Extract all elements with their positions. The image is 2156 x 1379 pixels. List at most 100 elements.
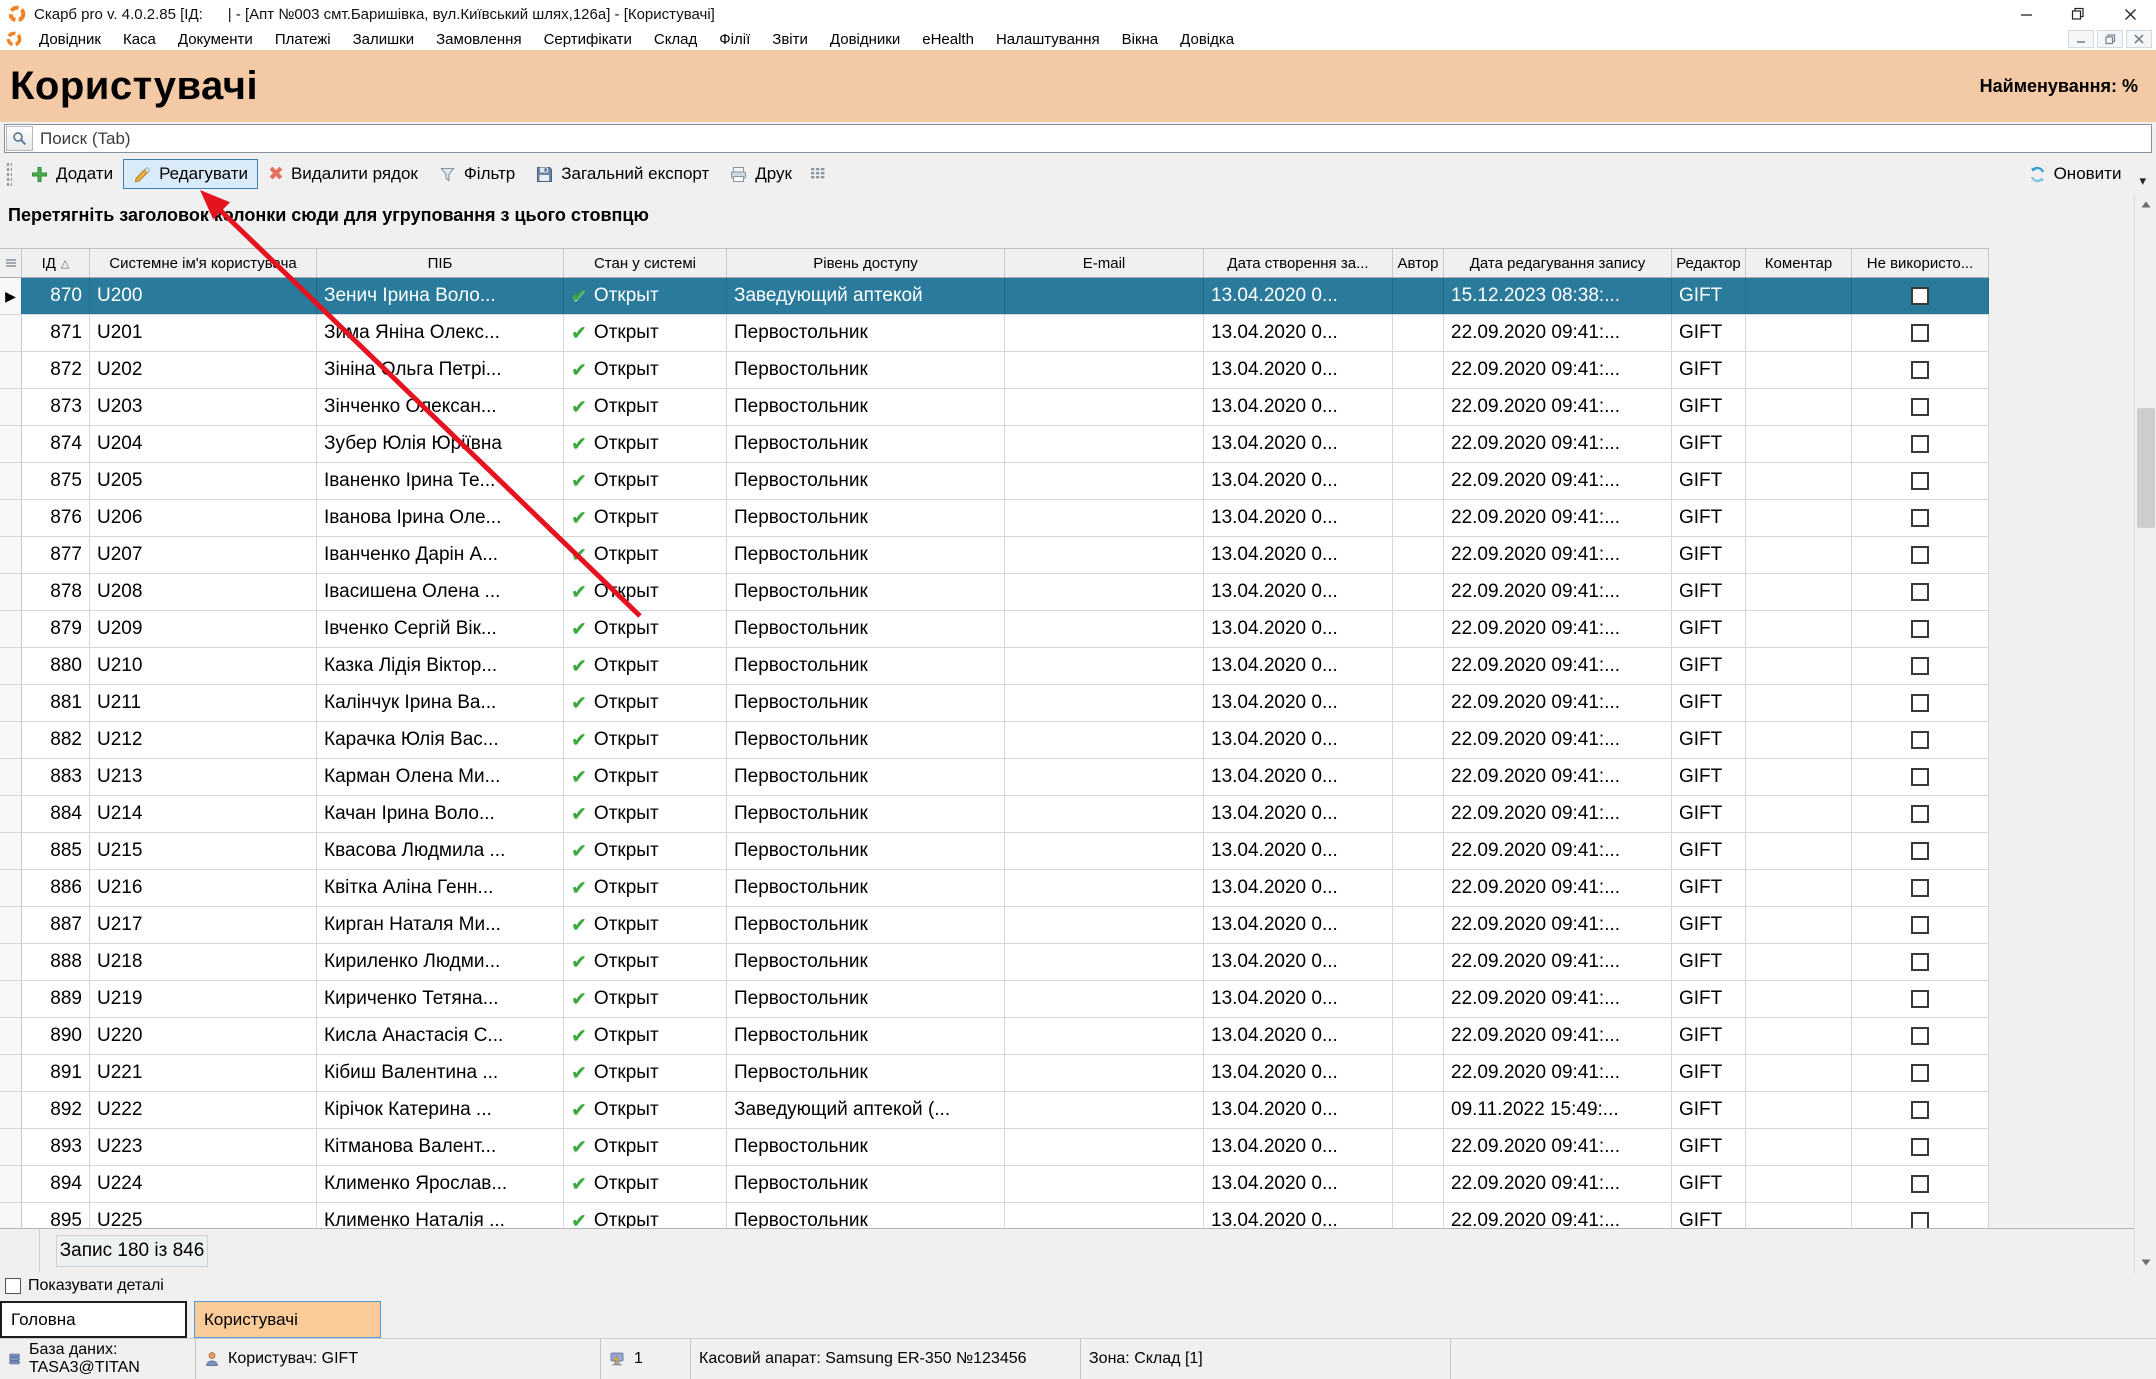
table-row-887[interactable]: 887U217Кирган Наталя Ми...✔ОткрытПервост… (0, 907, 1989, 944)
columns-icon[interactable] (808, 165, 827, 184)
column-header-2[interactable]: Системне ім'я користувача (90, 249, 317, 277)
row-unused-checkbox[interactable] (1911, 398, 1929, 416)
mdi-restore-button[interactable] (2097, 30, 2123, 48)
row-unused-checkbox[interactable] (1911, 842, 1929, 860)
table-row-883[interactable]: 883U213Карман Олена Ми...✔ОткрытПервосто… (0, 759, 1989, 796)
table-row-873[interactable]: 873U203Зінченко Олексан...✔ОткрытПервост… (0, 389, 1989, 426)
mdi-minimize-button[interactable] (2068, 30, 2094, 48)
close-button[interactable] (2104, 0, 2156, 28)
delete-row-button[interactable]: ✖ Видалити рядок (258, 159, 428, 189)
row-unused-checkbox[interactable] (1911, 324, 1929, 342)
search-input[interactable]: Поиск (Tab) (4, 124, 2152, 153)
show-details-checkbox[interactable] (5, 1278, 21, 1294)
table-row-878[interactable]: 878U208Івасишена Олена ...✔ОткрытПервост… (0, 574, 1989, 611)
menu-item-6[interactable]: Замовлення (425, 31, 532, 48)
add-button[interactable]: Додати (20, 159, 123, 189)
table-row-891[interactable]: 891U221Кібиш Валентина ...✔ОткрытПервост… (0, 1055, 1989, 1092)
menu-item-8[interactable]: Склад (643, 31, 708, 48)
mdi-close-button[interactable] (2126, 30, 2152, 48)
table-row-890[interactable]: 890U220Кисла Анастасія С...✔ОткрытПервос… (0, 1018, 1989, 1055)
row-unused-checkbox[interactable] (1911, 287, 1929, 305)
row-unused-checkbox[interactable] (1911, 1027, 1929, 1045)
table-row-893[interactable]: 893U223Кітманова Валент...✔ОткрытПервост… (0, 1129, 1989, 1166)
table-row-871[interactable]: 871U201Зима Яніна Олекс...✔ОткрытПервост… (0, 315, 1989, 352)
column-header-10[interactable]: Редактор (1672, 249, 1746, 277)
column-header-12[interactable]: Не використо... (1852, 249, 1989, 277)
tab-users[interactable]: Користувачі (194, 1301, 381, 1338)
column-header-5[interactable]: Рівень доступу (727, 249, 1005, 277)
row-unused-checkbox[interactable] (1911, 583, 1929, 601)
row-unused-checkbox[interactable] (1911, 1175, 1929, 1193)
row-unused-checkbox[interactable] (1911, 546, 1929, 564)
minimize-button[interactable] (2000, 0, 2052, 28)
scrollbar-thumb[interactable] (2137, 408, 2155, 528)
row-unused-checkbox[interactable] (1911, 472, 1929, 490)
menu-item-11[interactable]: Довідники (819, 31, 911, 48)
scroll-up-icon[interactable] (2135, 193, 2156, 215)
menu-item-12[interactable]: eHealth (911, 31, 985, 48)
row-unused-checkbox[interactable] (1911, 620, 1929, 638)
print-button[interactable]: Друк (719, 159, 802, 189)
menu-item-10[interactable]: Звіти (761, 31, 819, 48)
export-button[interactable]: Загальний експорт (525, 159, 719, 189)
refresh-button[interactable]: Оновити (2018, 159, 2132, 189)
table-row-885[interactable]: 885U215Квасова Людмила ...✔ОткрытПервост… (0, 833, 1989, 870)
table-row-870[interactable]: ▶870U200Зенич Ірина Воло...✔ОткрытЗаведу… (0, 278, 1989, 315)
column-header-7[interactable]: Дата створення за... (1204, 249, 1393, 277)
menu-item-14[interactable]: Вікна (1111, 31, 1170, 48)
menu-item-7[interactable]: Сертифікати (533, 31, 643, 48)
row-unused-checkbox[interactable] (1911, 509, 1929, 527)
table-row-892[interactable]: 892U222Кірічок Катерина ...✔ОткрытЗаведу… (0, 1092, 1989, 1129)
select-all-header[interactable] (0, 249, 22, 277)
menu-item-15[interactable]: Довідка (1169, 31, 1245, 48)
row-unused-checkbox[interactable] (1911, 435, 1929, 453)
table-row-877[interactable]: 877U207Іванченко Дарін А...✔ОткрытПервос… (0, 537, 1989, 574)
table-row-875[interactable]: 875U205Іваненко Ірина Те...✔ОткрытПервос… (0, 463, 1989, 500)
menu-item-2[interactable]: Каса (112, 31, 167, 48)
table-row-872[interactable]: 872U202Зініна Ольга Петрі...✔ОткрытПерво… (0, 352, 1989, 389)
column-header-6[interactable]: E-mail (1005, 249, 1204, 277)
table-row-880[interactable]: 880U210Казка Лідія Віктор...✔ОткрытПерво… (0, 648, 1989, 685)
table-row-888[interactable]: 888U218Кириленко Людми...✔ОткрытПервосто… (0, 944, 1989, 981)
toolbar-overflow-icon[interactable]: ▾ (2139, 173, 2146, 189)
menu-item-3[interactable]: Документи (167, 31, 264, 48)
table-row-884[interactable]: 884U214Качан Ірина Воло...✔ОткрытПервост… (0, 796, 1989, 833)
row-unused-checkbox[interactable] (1911, 731, 1929, 749)
filter-button[interactable]: Фільтр (428, 159, 525, 189)
tab-main[interactable]: Головна (0, 1301, 187, 1338)
column-header-4[interactable]: Стан у системі (564, 249, 727, 277)
table-row-876[interactable]: 876U206Іванова Ірина Оле...✔ОткрытПервос… (0, 500, 1989, 537)
row-unused-checkbox[interactable] (1911, 916, 1929, 934)
table-row-882[interactable]: 882U212Карачка Юлія Вас...✔ОткрытПервост… (0, 722, 1989, 759)
column-header-3[interactable]: ПІБ (317, 249, 564, 277)
row-unused-checkbox[interactable] (1911, 953, 1929, 971)
menu-item-13[interactable]: Налаштування (985, 31, 1111, 48)
toolbar-grip[interactable] (6, 162, 12, 186)
restore-button[interactable] (2052, 0, 2104, 28)
vertical-scrollbar[interactable] (2134, 193, 2156, 1273)
table-row-879[interactable]: 879U209Івченко Сергій Вік...✔ОткрытПерво… (0, 611, 1989, 648)
row-unused-checkbox[interactable] (1911, 768, 1929, 786)
column-header-11[interactable]: Коментар (1746, 249, 1852, 277)
row-unused-checkbox[interactable] (1911, 1064, 1929, 1082)
table-row-874[interactable]: 874U204Зубер Юлія Юріївна✔ОткрытПервосто… (0, 426, 1989, 463)
scroll-down-icon[interactable] (2135, 1251, 2156, 1273)
row-unused-checkbox[interactable] (1911, 657, 1929, 675)
row-unused-checkbox[interactable] (1911, 694, 1929, 712)
column-header-8[interactable]: Автор (1393, 249, 1444, 277)
row-unused-checkbox[interactable] (1911, 1212, 1929, 1228)
table-row-894[interactable]: 894U224Клименко Ярослав...✔ОткрытПервост… (0, 1166, 1989, 1203)
menu-item-5[interactable]: Залишки (342, 31, 426, 48)
edit-button[interactable]: Редагувати (123, 159, 258, 189)
column-header-9[interactable]: Дата редагування запису (1444, 249, 1672, 277)
menu-item-9[interactable]: Філії (708, 31, 761, 48)
row-unused-checkbox[interactable] (1911, 805, 1929, 823)
menu-item-4[interactable]: Платежі (264, 31, 342, 48)
table-row-886[interactable]: 886U216Квітка Аліна Генн...✔ОткрытПервос… (0, 870, 1989, 907)
row-unused-checkbox[interactable] (1911, 879, 1929, 897)
menu-item-1[interactable]: Довідник (28, 31, 112, 48)
column-header-1[interactable]: ІД△ (22, 249, 90, 277)
table-row-895[interactable]: 895U225Клименко Наталія ...✔ОткрытПервос… (0, 1203, 1989, 1228)
row-unused-checkbox[interactable] (1911, 990, 1929, 1008)
row-unused-checkbox[interactable] (1911, 361, 1929, 379)
